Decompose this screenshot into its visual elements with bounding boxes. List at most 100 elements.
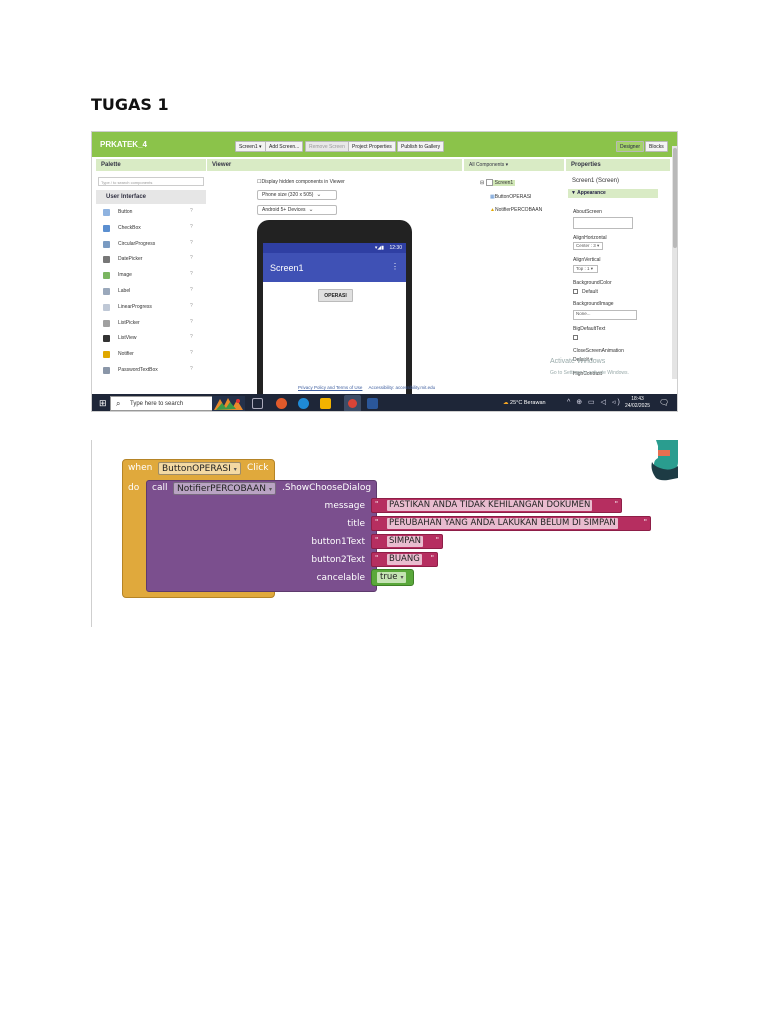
palette-item-passwordtextbox[interactable]: PasswordTextBox? [100,364,200,378]
when-keyword: when [128,463,153,473]
palette-item-checkbox[interactable]: CheckBox? [100,222,200,236]
taskbar-clock[interactable]: 18:43 24/02/2025 [625,396,650,410]
text-value-button2[interactable]: BUANG [387,554,422,565]
weather-cloud-icon: ☁ [503,400,509,406]
quote-close-icon: " [614,500,618,508]
text-block-button1[interactable]: " SIMPAN " [371,534,443,549]
hidden-components-checkbox[interactable]: ☐Display hidden components in Viewer [257,179,345,185]
chevron-down-icon: ▾ [268,486,272,493]
event-component-dropdown[interactable]: ButtonOPERASI ▾ [158,462,241,475]
palette-search-input[interactable]: Type / to search components [98,177,204,186]
help-icon[interactable]: ? [190,319,193,325]
notification-icon[interactable]: 🗨 [659,398,669,407]
palette-item-datepicker[interactable]: DatePicker? [100,253,200,267]
text-block-message[interactable]: " PASTIKAN ANDA TIDAK KEHILANGAN DOKUMEN… [371,498,622,513]
palette-item-label: ListView [118,335,137,342]
logic-block-true[interactable]: true ▾ [371,569,414,586]
help-icon[interactable]: ? [190,208,193,214]
help-icon[interactable]: ? [190,303,193,309]
help-icon[interactable]: ? [190,350,193,356]
scrollbar-thumb[interactable] [673,148,677,248]
text-block-button2[interactable]: " BUANG " [371,552,438,567]
listpicker-icon [103,319,110,327]
edge-icon[interactable] [298,398,309,409]
align-vertical-select[interactable]: Top : 1 ▾ [573,265,598,273]
image-icon [103,272,110,280]
align-vertical-label: AlignVertical [573,257,601,263]
remove-screen-button[interactable]: Remove Screen [305,141,349,152]
overflow-menu-icon[interactable]: ⋮ [391,262,399,271]
add-screen-button[interactable]: Add Screen... [265,141,304,152]
operasi-button[interactable]: OPERASI [318,289,353,302]
palette-item-image[interactable]: Image? [100,269,200,283]
system-tray[interactable]: ^ ⊕ ▭ ◁ ◃) [567,398,622,406]
background-color-swatch[interactable] [573,289,578,294]
viewer-header: Viewer [207,159,462,171]
screen-select-button[interactable]: Screen1 ▾ [235,141,266,152]
task-view-icon[interactable] [252,398,263,409]
palette-category[interactable]: User Interface [96,190,206,204]
background-image-input[interactable]: None... [573,310,637,320]
about-screen-input[interactable] [573,217,633,229]
quote-open-icon: " [375,554,379,562]
file-explorer-icon[interactable] [320,398,331,409]
status-time: 12:30 [389,245,402,251]
palette-item-circularprogress[interactable]: CircularProgress? [100,238,200,252]
component-screen1[interactable]: ⊟ Screen1 [480,179,516,186]
circular-progress-icon [103,240,110,248]
palette-item-notifier[interactable]: Notifier? [100,348,200,362]
text-value-title[interactable]: PERUBAHAN YANG ANDA LAKUKAN BELUM DI SIM… [387,518,618,529]
document-title: TUGAS 1 [91,95,169,114]
big-default-text-checkbox[interactable] [573,335,578,340]
project-properties-button[interactable]: Project Properties [348,141,396,152]
quote-open-icon: " [375,518,379,526]
taskbar-search-input[interactable]: ⌕ Type here to search [110,396,226,411]
components-header[interactable]: All Components ▾ [464,159,564,171]
publish-gallery-button[interactable]: Publish to Gallery [397,141,445,152]
help-icon[interactable]: ? [190,287,193,293]
text-value-message[interactable]: PASTIKAN ANDA TIDAK KEHILANGAN DOKUMEN [387,500,593,511]
align-horizontal-select[interactable]: Center : 3 ▾ [573,242,603,250]
quote-open-icon: " [375,500,379,508]
help-icon[interactable]: ? [190,255,193,261]
word-icon[interactable] [367,398,378,409]
text-value-button1[interactable]: SIMPAN [387,536,423,547]
palette-item-button[interactable]: Button? [100,206,200,220]
windows-start-icon[interactable]: ⊞ [99,399,107,408]
help-icon[interactable]: ? [190,334,193,340]
call-component-dropdown[interactable]: NotifierPERCOBAAN ▾ [173,482,276,495]
accessibility-link[interactable]: Accessibility: accessibility.mit.edu [368,385,435,390]
close-screen-animation-label: CloseScreenAnimation [573,348,624,354]
help-icon[interactable]: ? [190,366,193,372]
trash-can-icon[interactable] [648,440,678,482]
help-icon[interactable]: ? [190,224,193,230]
search-highlight-icon[interactable] [212,396,245,411]
phone-screen-title: Screen1 [270,263,304,273]
help-icon[interactable]: ? [190,271,193,277]
device-select[interactable]: Android 5+ Devices ⌄ [257,205,337,215]
palette-item-listpicker[interactable]: ListPicker? [100,317,200,331]
component-screen1-label: Screen1 [492,179,516,186]
logic-value[interactable]: true ▾ [377,572,407,583]
weather-widget[interactable]: ☁ 25°C Berawan [503,400,546,406]
privacy-link[interactable]: Privacy Policy and Terms of Use [298,385,362,390]
blocks-button[interactable]: Blocks [645,141,668,152]
palette-item-label[interactable]: Label? [100,285,200,299]
palette-item-linearprogress[interactable]: LinearProgress? [100,301,200,315]
align-horizontal-label: AlignHorizontal [573,235,607,241]
palette-item-listview[interactable]: ListView? [100,332,200,346]
help-icon[interactable]: ? [190,240,193,246]
text-block-title[interactable]: " PERUBAHAN YANG ANDA LAKUKAN BELUM DI S… [371,516,651,531]
taskbar-search-placeholder: Type here to search [130,401,184,407]
chevron-down-icon: ⌄ [308,207,314,213]
component-button[interactable]: ▦ButtonOPERASI [490,194,531,200]
about-screen-label: AboutScreen [573,209,602,215]
appearance-group[interactable]: ▼ Appearance [568,189,658,198]
checkbox-icon [103,224,110,232]
designer-button[interactable]: Designer [616,141,645,152]
quote-close-icon: " [435,536,439,544]
app-icon-1[interactable] [276,398,287,409]
phone-size-select[interactable]: Phone size (320 x 505) ⌄ [257,190,337,200]
event-component-value: ButtonOPERASI [162,464,231,474]
component-notifier[interactable]: ▲NotifierPERCOBAAN [490,207,542,213]
